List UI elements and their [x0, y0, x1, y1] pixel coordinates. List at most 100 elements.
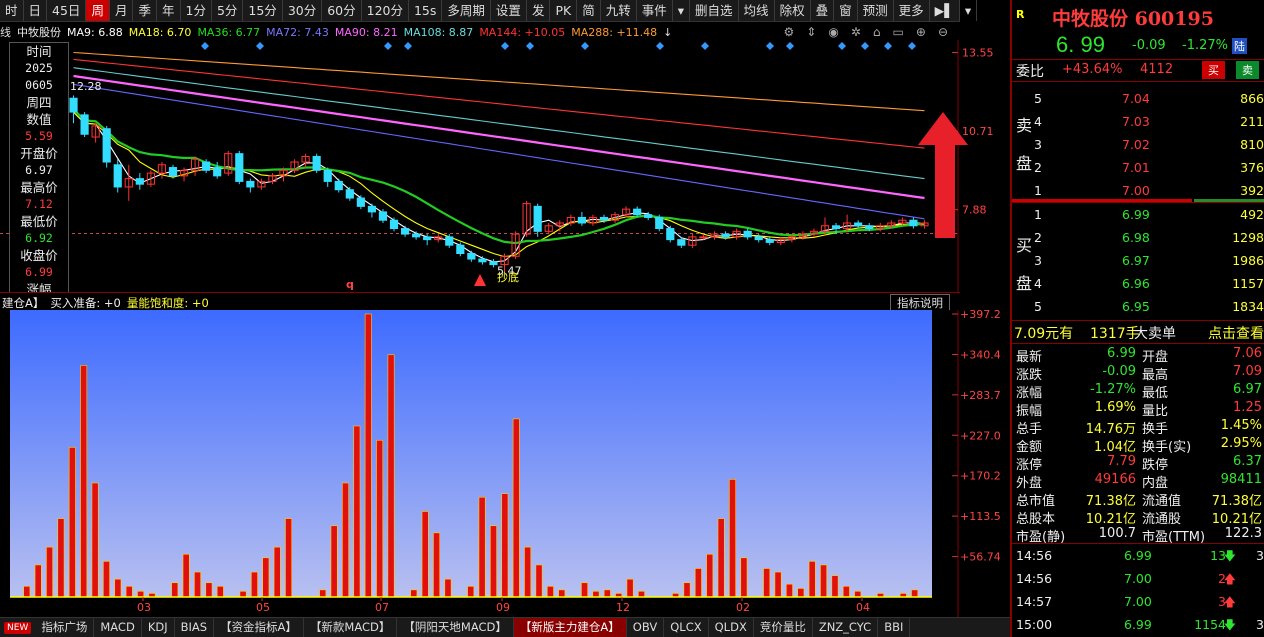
eye-icon[interactable]: ◉	[828, 25, 838, 39]
toolbar-item[interactable]: 除权	[775, 0, 811, 21]
data-window-label: 最低价	[20, 214, 58, 229]
toolbar-item[interactable]: 发	[527, 0, 551, 21]
indicator-tab[interactable]: 【资金指标A】	[214, 618, 304, 637]
zoom-out-icon[interactable]: ⊖	[938, 25, 948, 39]
indicator-tab[interactable]: MACD	[94, 618, 142, 637]
indicator-bar	[273, 546, 281, 598]
sell-side-label: 卖	[1016, 116, 1033, 135]
bid-row[interactable]: 4 6.96 1157	[1012, 273, 1264, 296]
indicator-bar	[103, 561, 110, 598]
buy-button[interactable]: 买	[1202, 61, 1225, 79]
indicator-tab[interactable]: 竞价量比	[754, 618, 813, 637]
toolbar-item[interactable]: 设置	[491, 0, 527, 21]
big-order-link[interactable]: 点击查看	[1208, 323, 1264, 343]
indicator-tab[interactable]: BIAS	[175, 618, 215, 637]
indicator-header: 建仓A】 买入准备: +0 量能饱和度: +0 指标说明	[0, 292, 960, 312]
ask-row[interactable]: 2 7.01 376	[1012, 157, 1264, 180]
x-tick-label: 02	[736, 601, 750, 614]
bid-row[interactable]: 2 6.98 1298	[1012, 227, 1264, 250]
ask-row[interactable]: 4 7.03 211	[1012, 111, 1264, 134]
bid-level: 3	[1034, 253, 1042, 268]
toolbar-item[interactable]: 15s	[409, 0, 443, 21]
indicator-tab[interactable]: 【阴阳天地MACD】	[397, 618, 514, 637]
toolbar-item[interactable]: 季	[133, 0, 157, 21]
toolbar-item[interactable]: 事件	[637, 0, 673, 21]
indicator-tab[interactable]: OBV	[627, 618, 665, 637]
ask-row[interactable]: 3 7.02 810	[1012, 134, 1264, 157]
bid-row[interactable]: 5 6.95 1834	[1012, 296, 1264, 319]
stat-row: 振幅 1.69% 量比 1.25	[1012, 399, 1264, 419]
bid-level: 1	[1034, 207, 1042, 222]
indicator-bar	[592, 591, 600, 598]
toolbar-item[interactable]: 窗	[834, 0, 858, 21]
gear-icon[interactable]: ✲	[851, 25, 861, 39]
indicator-tab[interactable]: KDJ	[142, 618, 175, 637]
toolbar-item[interactable]: ▶▌	[930, 0, 960, 21]
ma-arrow: ↓	[663, 25, 673, 39]
toolbar-item[interactable]: ▾	[673, 0, 691, 21]
bag-icon[interactable]: ⌂	[873, 25, 881, 39]
ask-level: 1	[1034, 183, 1042, 198]
indicator-bar	[46, 546, 53, 598]
toolbar-item[interactable]: 1分	[181, 0, 212, 21]
toolbar-item[interactable]: 45日	[47, 0, 87, 21]
bid-price: 6.98	[1122, 230, 1150, 245]
settings-icon[interactable]: ⚙	[784, 25, 795, 39]
big-order-row[interactable]: 7.09元有 1317手 大卖单 点击查看	[1012, 322, 1264, 342]
stat-value: -1.27%	[1090, 382, 1136, 397]
sell-button[interactable]: 卖	[1236, 61, 1259, 79]
toolbar-item[interactable]: 简	[577, 0, 601, 21]
toolbar-item[interactable]: 120分	[362, 0, 409, 21]
toolbar-item[interactable]: 15分	[243, 0, 283, 21]
toolbar-item[interactable]: 均线	[739, 0, 775, 21]
toolbar-item[interactable]: 时	[0, 0, 24, 21]
indicator-tab[interactable]: 指标广场	[35, 618, 95, 637]
stat-row: 涨幅 -1.27% 最低 6.97	[1012, 381, 1264, 401]
data-window-label: 时间	[26, 44, 52, 59]
indicator-chart[interactable]: +397.2 +340.4 +283.7 +227.0 +170.2 +113.5 +56.…	[0, 310, 1010, 617]
indicator-tab[interactable]: 【新款MACD】	[304, 618, 398, 637]
toolbar-item[interactable]: 更多	[894, 0, 930, 21]
indicator-bar	[34, 564, 42, 598]
layers-icon[interactable]: ▭	[893, 25, 904, 39]
toolbar-item[interactable]: 周	[86, 0, 110, 21]
toolbar-item[interactable]: 九转	[601, 0, 637, 21]
bid-vol: 492	[1240, 207, 1264, 222]
tick-time: 14:57	[1016, 594, 1053, 609]
bid-row[interactable]: 1 6.99 492	[1012, 204, 1264, 227]
stock-name: 中牧股份 600195	[1052, 8, 1214, 30]
indicator-tab[interactable]: QLDX	[709, 618, 754, 637]
indicator-tab[interactable]: BBI	[878, 618, 911, 637]
toolbar-item[interactable]: 60分	[322, 0, 362, 21]
zoom-in-icon[interactable]: ⊕	[916, 25, 926, 39]
bid-vol: 1834	[1232, 299, 1264, 314]
toolbar-item[interactable]: 叠	[811, 0, 835, 21]
indicator-tab[interactable]: 【新版主力建仓A】	[513, 618, 627, 637]
stat-value: 2.95%	[1220, 436, 1262, 451]
toolbar-item[interactable]: PK	[550, 0, 578, 21]
indicator-bar	[80, 365, 88, 598]
stat-value: 1.25	[1233, 400, 1262, 415]
toolbar-item[interactable]: 5分	[212, 0, 244, 21]
toolbar-item[interactable]: 预测	[858, 0, 894, 21]
kline-chart[interactable]: 13.5510.717.8812.285.47抄底q	[0, 40, 1010, 292]
toolbar-item[interactable]: ▾	[960, 0, 978, 21]
arrows-icon[interactable]: ⇕	[806, 25, 816, 39]
toolbar-item[interactable]: 多周期	[442, 0, 491, 21]
stat-value: 100.7	[1098, 526, 1136, 541]
indicator-tab[interactable]: QLCX	[664, 618, 709, 637]
bid-row[interactable]: 3 6.97 1986	[1012, 250, 1264, 273]
y-tick-label: +340.4	[960, 348, 1001, 361]
toolbar-item[interactable]: 月	[110, 0, 134, 21]
x-tick-label: 04	[856, 601, 870, 614]
toolbar-item[interactable]: 日	[24, 0, 48, 21]
toolbar-item[interactable]: 30分	[283, 0, 323, 21]
indicator-bar	[546, 586, 554, 598]
quote-panel: R 中牧股份 600195 6. 99 -0.09 -1.27% 陆 委比 +4…	[1010, 0, 1264, 637]
toolbar-item[interactable]: 删自选	[690, 0, 739, 21]
ask-row[interactable]: 5 7.04 866	[1012, 88, 1264, 111]
bid-vol: 1986	[1232, 253, 1264, 268]
indicator-tab[interactable]: ZNZ_CYC	[813, 618, 879, 637]
price-change: -0.09	[1132, 38, 1166, 53]
toolbar-item[interactable]: 年	[157, 0, 181, 21]
